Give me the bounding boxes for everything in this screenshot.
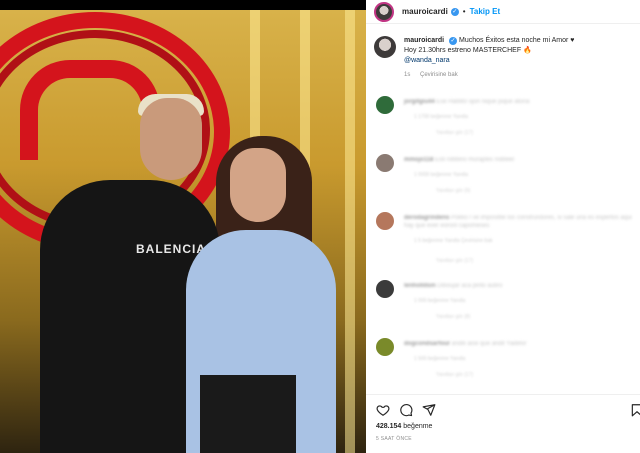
comment-meta[interactable]: 1 1700 beğenme Yanıtla [414, 114, 468, 120]
light-stripe [345, 10, 355, 453]
caption-mention[interactable]: @wanda_nara [404, 56, 574, 66]
comment-avatar[interactable] [376, 154, 394, 172]
comment-text: Esti robbino muraples nobleel [435, 157, 515, 163]
verified-icon: ✓ [449, 37, 458, 45]
follow-button[interactable]: Takip Et [470, 7, 501, 16]
post-actions: 428.154 beğenme 5 SAAT ÖNCE [366, 394, 640, 453]
post-timestamp[interactable]: 5 SAAT ÖNCE [376, 436, 412, 442]
comment-username[interactable]: derodagrindens [404, 215, 449, 221]
comment-text: andili aise que andit Yadelor [451, 341, 527, 347]
post-header: mauroicardi ✓ • Takip Et [366, 0, 640, 24]
verified-icon: ✓ [450, 7, 459, 16]
comment-avatar[interactable] [376, 280, 394, 298]
comment-meta[interactable]: 1 000 beğenme Yanıtla [414, 298, 465, 304]
like-count-value: 428.154 [376, 423, 402, 430]
caption-age[interactable]: 1s [404, 72, 410, 78]
translate-link[interactable]: Çevirisine bak [420, 72, 458, 78]
view-replies-link[interactable]: Yanıtları gör (17) [436, 372, 473, 378]
comment-username[interactable]: dogcondsarfour [404, 341, 450, 347]
heart-icon[interactable] [376, 403, 390, 417]
man-face [140, 98, 202, 180]
view-replies-link[interactable]: Yanıtları gör (17) [436, 258, 473, 264]
comment-avatar[interactable] [376, 338, 394, 356]
view-replies-link[interactable]: Yanıtları gör (9) [436, 188, 470, 194]
like-count[interactable]: 428.154 beğenme [376, 423, 432, 430]
author-avatar[interactable] [374, 1, 394, 22]
like-count-label: beğenme [403, 423, 433, 430]
post-photo[interactable]: BALENCIAGA [0, 0, 366, 453]
post-sidebar: mauroicardi ✓ • Takip Et mauroicardi ✓ M… [366, 0, 640, 453]
comment-avatar[interactable] [376, 96, 394, 114]
view-replies-link[interactable]: Yanıtları gör (8) [436, 314, 470, 320]
comment-avatar[interactable] [376, 212, 394, 230]
caption-line-1: Muchos Éxitos esta noche mi Amor ♥ [458, 37, 575, 44]
comment-icon[interactable] [399, 403, 413, 417]
photo-top-bar [0, 0, 366, 10]
separator-dot: • [462, 7, 466, 16]
comment-meta[interactable]: 1 5 beğenme Yanıtla Çevirisine bak [414, 238, 492, 244]
comment-username[interactable]: jorgitgiu44 [404, 99, 435, 105]
author-username[interactable]: mauroicardi [402, 7, 448, 16]
comment-text: Diboujar aca pinto autiro [437, 283, 503, 289]
caption-line-2: Hoy 21.30hrs estreno MASTERCHEF 🔥 [404, 47, 532, 54]
post-view: BALENCIAGA mauroicardi ✓ • Takip Et maur… [0, 0, 640, 453]
comment-meta[interactable]: 1 0000 beğenme Yanıtla [414, 172, 468, 178]
woman-pants [200, 375, 296, 453]
woman-face [230, 148, 286, 222]
comment-username[interactable]: mmojo118 [404, 157, 433, 163]
caption-username[interactable]: mauroicardi [404, 37, 444, 44]
bookmark-icon[interactable] [630, 403, 640, 417]
caption-avatar[interactable] [374, 36, 396, 58]
comment-text: Ese Hablito ojon nique pique atona [436, 99, 530, 105]
comment-username[interactable]: lenholldsin [404, 283, 436, 289]
view-replies-link[interactable]: Yanıtları gör (17) [436, 130, 473, 136]
comment-meta[interactable]: 1 500 beğenme Yanıtla [414, 356, 465, 362]
share-icon[interactable] [422, 403, 436, 417]
post-caption: mauroicardi ✓ Muchos Éxitos esta noche m… [374, 36, 634, 80]
